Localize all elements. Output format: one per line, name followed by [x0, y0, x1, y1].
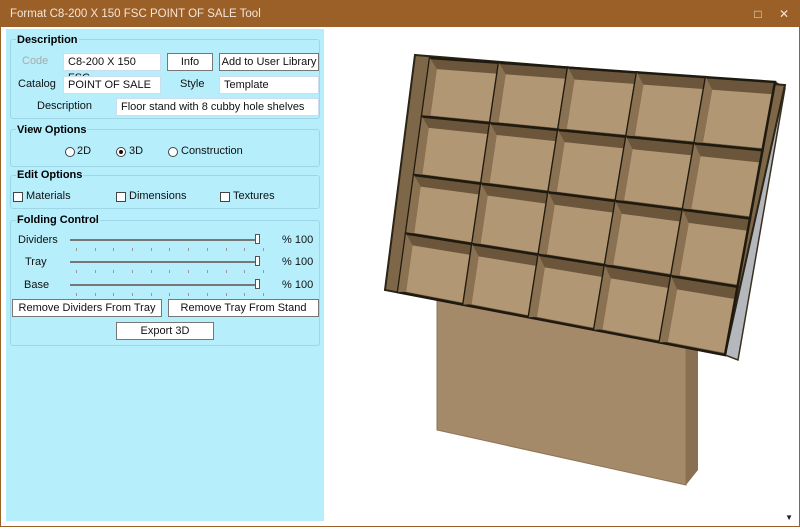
dimensions-label: Dimensions [129, 190, 187, 202]
description-title: Description [16, 34, 79, 46]
cubby-back-panel [667, 289, 734, 353]
cubby-back-panel [691, 156, 759, 217]
tray-slider-thumb[interactable] [255, 256, 260, 266]
scroll-down-icon[interactable]: ▼ [785, 513, 793, 522]
radio-3d-label: 3D [129, 145, 144, 157]
materials-label: Materials [26, 190, 71, 202]
cubby-back-panel [702, 89, 772, 149]
cubby-back-panel [602, 278, 668, 341]
radio-3d[interactable] [116, 147, 126, 157]
cubby-back-panel [480, 195, 546, 253]
tray-ticks [76, 270, 264, 273]
radio-construction[interactable] [168, 147, 178, 157]
style-field[interactable]: Template [219, 76, 319, 94]
add-to-user-library-button[interactable]: Add to User Library [219, 53, 319, 71]
edit-options-title: Edit Options [16, 169, 84, 181]
cubby-back-panel [679, 222, 747, 285]
dimensions-checkbox[interactable] [116, 192, 126, 202]
materials-checkbox[interactable] [13, 192, 23, 202]
base-label: Base [24, 279, 50, 291]
base-readout: % 100 [282, 279, 314, 291]
close-icon[interactable]: ✕ [774, 5, 794, 23]
catalog-label: Catalog [18, 78, 56, 90]
cubby-back-panel [613, 213, 680, 274]
radio-construction-label: Construction [181, 145, 243, 157]
dividers-label: Dividers [18, 234, 58, 246]
textures-label: Textures [233, 190, 275, 202]
base-slider-thumb[interactable] [255, 279, 260, 289]
code-field[interactable]: C8-200 X 150 FSC [63, 53, 161, 84]
folding-control-title: Folding Control [16, 214, 100, 226]
tray-readout: % 100 [282, 256, 314, 268]
cubby-back-panel [566, 79, 634, 135]
base-ticks [76, 293, 264, 296]
window-title: Format C8-200 X 150 FSC POINT OF SALE To… [10, 8, 261, 20]
info-button[interactable]: Info [167, 53, 213, 71]
cubby-back-panel [422, 127, 488, 182]
textures-checkbox[interactable] [220, 192, 230, 202]
tray-slider[interactable] [70, 261, 260, 263]
view-options-title: View Options [16, 124, 88, 136]
dividers-readout: % 100 [282, 234, 314, 246]
cubby-back-panel [498, 74, 565, 128]
cubby-back-panel [634, 84, 703, 142]
radio-2d[interactable] [65, 147, 75, 157]
cubby-back-panel [556, 142, 624, 199]
remove-tray-button[interactable]: Remove Tray From Stand [168, 299, 319, 317]
dividers-slider-thumb[interactable] [255, 234, 260, 244]
3d-viewport[interactable]: ▼ [331, 27, 799, 526]
cubby-back-panel [489, 134, 556, 191]
remove-dividers-button[interactable]: Remove Dividers From Tray [12, 299, 162, 317]
title-bar: Format C8-200 X 150 FSC POINT OF SALE To… [0, 0, 800, 27]
base-slider[interactable] [70, 284, 260, 286]
tray-label: Tray [25, 256, 47, 268]
maximize-icon[interactable]: □ [748, 5, 768, 23]
code-label: Code [22, 55, 49, 67]
cubby-back-panel [430, 69, 497, 122]
control-panel: Description Code C8-200 X 150 FSC Info A… [6, 29, 324, 521]
cubby-back-panel [546, 204, 613, 264]
export-3d-button[interactable]: Export 3D [116, 322, 214, 340]
radio-2d-label: 2D [77, 145, 92, 157]
dividers-ticks [76, 248, 264, 251]
floor-stand-3d-model [383, 53, 787, 486]
cubby-back-panel [623, 149, 691, 208]
cubby-back-panel [414, 186, 479, 243]
description-label: Description [37, 100, 93, 112]
style-label: Style [180, 78, 205, 90]
cubby-back-panel [536, 267, 602, 328]
description-field[interactable]: Floor stand with 8 cubby hole shelves [116, 98, 319, 116]
dividers-slider[interactable] [70, 239, 260, 241]
catalog-field[interactable]: POINT OF SALE [63, 76, 161, 94]
